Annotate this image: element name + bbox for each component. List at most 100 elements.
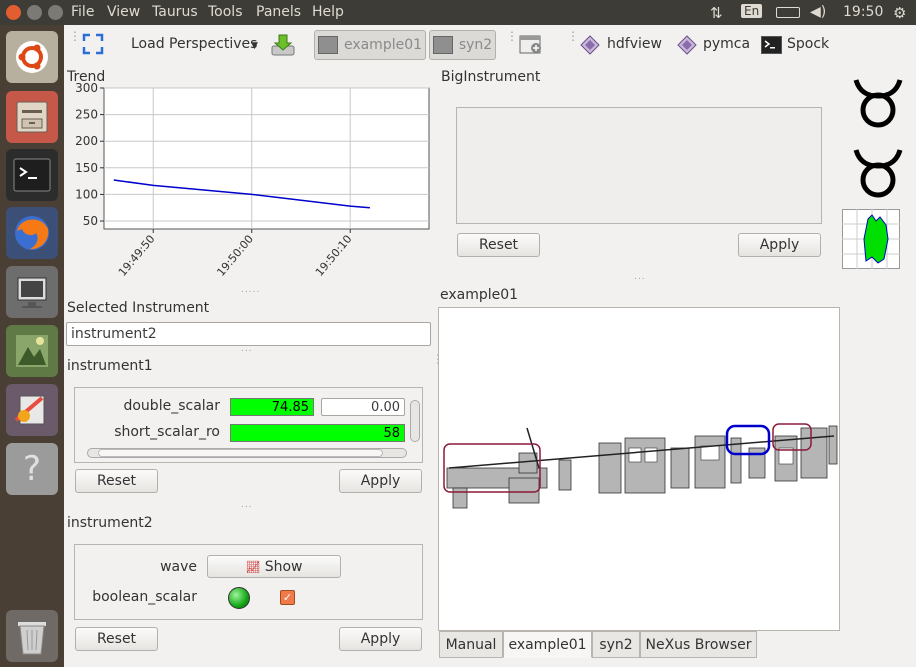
- terminal-icon: [6, 149, 58, 201]
- tab-syn2[interactable]: syn2: [592, 631, 640, 658]
- instrument1-form: double_scalar 74.85 0.00 short_scalar_ro…: [74, 387, 423, 463]
- toolbar-grip[interactable]: ⋮: [69, 30, 82, 42]
- fullscreen-icon[interactable]: [82, 33, 104, 55]
- trend-chart[interactable]: 50 100 150 200 250 300 19:49:50 19:50:00 19:50:1…: [60, 82, 435, 292]
- firefox-button[interactable]: [6, 207, 58, 259]
- short-scalar-ro-label: short_scalar_ro: [114, 424, 220, 440]
- y-tick-label: 100: [75, 187, 98, 201]
- y-tick-label: 150: [75, 161, 98, 175]
- unknown-app-button[interactable]: ?: [6, 443, 58, 495]
- wave-show-button[interactable]: 📈︎ Show: [207, 555, 341, 578]
- instrument2-reset-button[interactable]: Reset: [75, 627, 158, 651]
- battery-icon[interactable]: [776, 7, 800, 18]
- taurus-logo-icon[interactable]: [852, 76, 904, 128]
- firefox-icon: [6, 207, 58, 259]
- menu-help[interactable]: Help: [312, 4, 344, 20]
- biginstrument-panel-title: BigInstrument: [441, 69, 541, 85]
- menu-taurus[interactable]: Taurus: [152, 4, 198, 20]
- splitter-handle[interactable]: ...: [241, 500, 253, 510]
- monitor-icon: [6, 266, 58, 318]
- save-perspective-icon[interactable]: [270, 32, 296, 58]
- trash-button[interactable]: [6, 610, 58, 662]
- dash-button[interactable]: [6, 31, 58, 83]
- instrument1-reset-button[interactable]: Reset: [75, 469, 158, 493]
- taurus-logo-icon[interactable]: [852, 146, 904, 198]
- terminal-icon[interactable]: [761, 36, 782, 54]
- boolean-checkbox[interactable]: ✓: [280, 590, 295, 605]
- tab-nexus-browser[interactable]: NeXus Browser: [640, 631, 757, 658]
- toolbar-grip[interactable]: ⋮: [567, 30, 580, 42]
- taurus-designer-button[interactable]: [6, 384, 58, 436]
- biginstrument-apply-button[interactable]: Apply: [738, 233, 821, 257]
- gear-icon[interactable]: ⚙: [893, 4, 906, 22]
- horizontal-scrollbar[interactable]: [87, 448, 407, 458]
- y-tick-label: 250: [75, 108, 98, 122]
- wave-show-label: Show: [264, 558, 303, 575]
- spock-button[interactable]: Spock: [787, 36, 829, 52]
- keyboard-layout[interactable]: En: [741, 4, 763, 18]
- synoptic-view[interactable]: [438, 307, 840, 631]
- instrument2-apply-button[interactable]: Apply: [339, 627, 422, 651]
- splitter-handle[interactable]: .....: [241, 285, 260, 295]
- instrument1-apply-button[interactable]: Apply: [339, 469, 422, 493]
- chart-icon: 📈︎: [245, 559, 261, 574]
- y-tick-label: 200: [75, 134, 98, 148]
- splitter-handle[interactable]: ...: [634, 272, 646, 282]
- pymca-button[interactable]: pymca: [703, 36, 750, 52]
- question-mark-icon: ?: [22, 449, 42, 489]
- maximize-window-button[interactable]: [48, 5, 63, 20]
- designer-icon: [6, 384, 58, 436]
- panel-icon: [317, 36, 338, 54]
- hdfview-icon[interactable]: [580, 35, 600, 55]
- close-window-button[interactable]: [6, 5, 21, 20]
- files-button[interactable]: [6, 91, 58, 143]
- trend-preview-icon[interactable]: [842, 209, 900, 269]
- beamline-synoptic-image[interactable]: [439, 308, 841, 632]
- double-scalar-value: 74.85: [230, 398, 314, 416]
- wave-label: wave: [160, 559, 197, 575]
- file-cabinet-icon: [6, 91, 58, 143]
- tab-example01[interactable]: example01: [503, 631, 592, 658]
- menu-tools[interactable]: Tools: [208, 4, 243, 20]
- image-viewer-button[interactable]: [6, 325, 58, 377]
- terminal-button[interactable]: [6, 149, 58, 201]
- double-scalar-write-input[interactable]: 0.00: [321, 398, 405, 416]
- network-icon[interactable]: ⇅: [710, 4, 723, 22]
- trash-icon: [6, 610, 58, 662]
- volume-icon[interactable]: ◀): [810, 4, 826, 20]
- splitter-handle[interactable]: ...: [241, 344, 253, 354]
- example01-panel-title: example01: [440, 287, 519, 303]
- chevron-down-icon: ▼: [251, 41, 258, 51]
- minimize-window-button[interactable]: [27, 5, 42, 20]
- example01-toolbar-label: example01: [343, 37, 423, 53]
- menu-view[interactable]: View: [107, 4, 140, 20]
- clock[interactable]: 19:50: [843, 4, 883, 20]
- syn2-toolbar-button[interactable]: syn2: [429, 30, 496, 60]
- monitor-app-button[interactable]: [6, 266, 58, 318]
- selected-instrument-title: Selected Instrument: [67, 300, 210, 316]
- y-tick-label: 50: [83, 214, 98, 228]
- menu-file[interactable]: File: [71, 4, 94, 20]
- example01-toolbar-button[interactable]: example01: [314, 30, 426, 60]
- boolean-led-indicator: [228, 587, 250, 609]
- photo-icon: [6, 325, 58, 377]
- panel-icon: [432, 36, 453, 54]
- toolbar-grip[interactable]: ⋮: [506, 30, 519, 42]
- ubuntu-logo-icon: [6, 31, 58, 83]
- x-tick-label: 19:50:10: [313, 233, 355, 279]
- hdfview-button[interactable]: hdfview: [607, 36, 662, 52]
- vertical-scrollbar[interactable]: [410, 400, 420, 442]
- x-tick-label: 19:50:00: [214, 233, 256, 279]
- instrument1-title: instrument1: [67, 358, 153, 374]
- pymca-icon[interactable]: [677, 35, 697, 55]
- selected-instrument-input[interactable]: instrument2: [66, 322, 431, 346]
- tab-manual[interactable]: Manual: [439, 631, 503, 658]
- syn2-toolbar-label: syn2: [458, 37, 493, 53]
- load-perspectives-button[interactable]: Load Perspectives: [131, 36, 257, 52]
- new-panel-icon[interactable]: [519, 33, 543, 55]
- menu-panels[interactable]: Panels: [256, 4, 301, 20]
- top-panel: File View Taurus Tools Panels Help ⇅ En …: [0, 0, 916, 25]
- biginstrument-reset-button[interactable]: Reset: [457, 233, 540, 257]
- boolean-scalar-label: boolean_scalar: [92, 589, 197, 605]
- biginstrument-area: [456, 107, 822, 224]
